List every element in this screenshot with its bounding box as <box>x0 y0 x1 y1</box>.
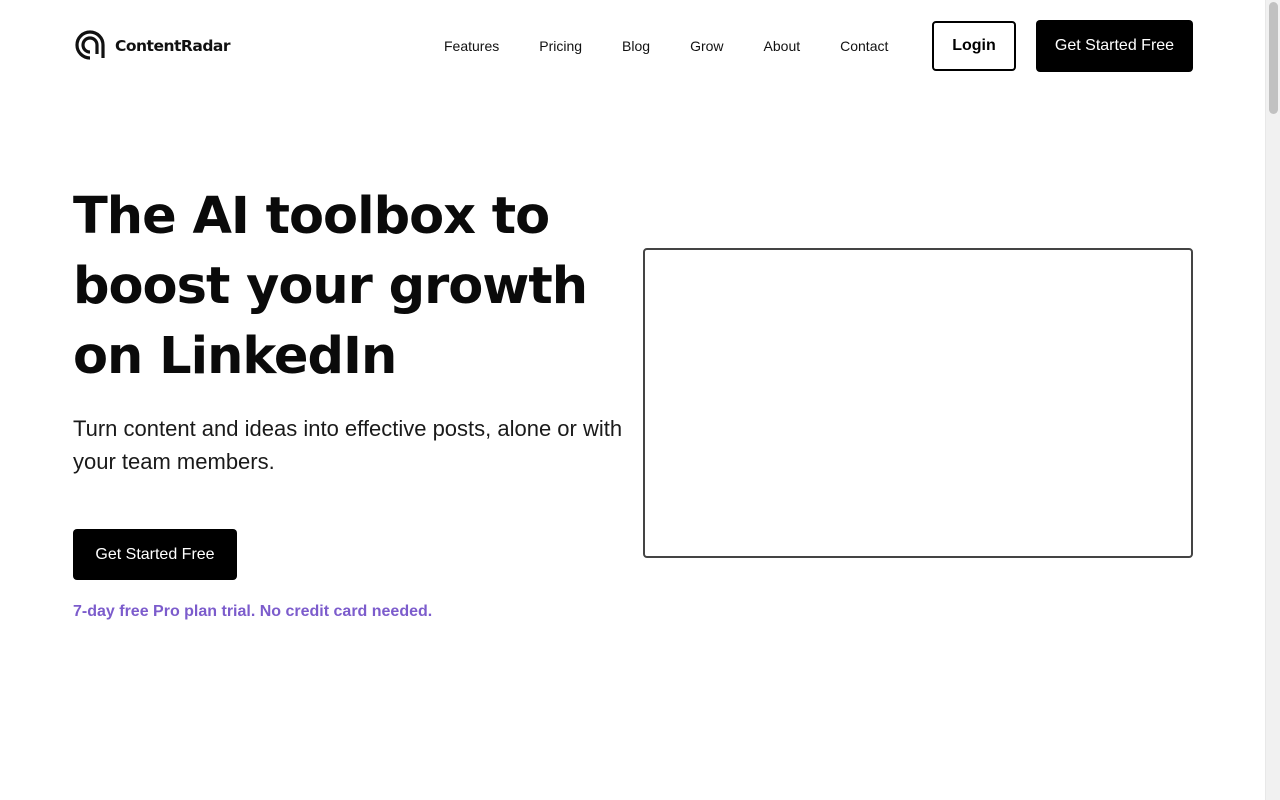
radar-logo-icon <box>75 30 105 60</box>
nav-link-features[interactable]: Features <box>424 36 519 56</box>
nav-link-contact[interactable]: Contact <box>820 36 908 56</box>
login-button[interactable]: Login <box>932 21 1016 71</box>
landing-page: ContentRadar Features Pricing Blog Grow … <box>0 0 1265 800</box>
hero-title: The AI toolbox to boost your growth on L… <box>73 187 588 386</box>
main-nav: Features Pricing Blog Grow About Contact <box>424 36 908 56</box>
nav-link-pricing[interactable]: Pricing <box>519 36 602 56</box>
hero-get-started-button[interactable]: Get Started Free <box>73 529 237 580</box>
scrollbar-thumb[interactable] <box>1269 2 1278 114</box>
nav-link-about[interactable]: About <box>744 36 821 56</box>
hero-media-frame <box>643 248 1193 558</box>
header-get-started-button[interactable]: Get Started Free <box>1036 20 1193 72</box>
nav-link-blog[interactable]: Blog <box>602 36 670 56</box>
page-scrollbar[interactable] <box>1265 0 1280 800</box>
nav-link-grow[interactable]: Grow <box>670 36 743 56</box>
hero-subtitle: Turn content and ideas into effective po… <box>73 416 623 474</box>
trial-note: 7-day free Pro plan trial. No credit car… <box>73 603 433 620</box>
site-header: ContentRadar Features Pricing Blog Grow … <box>0 0 1265 92</box>
brand-logo-link[interactable]: ContentRadar <box>75 30 231 61</box>
brand-name: ContentRadar <box>115 36 231 55</box>
